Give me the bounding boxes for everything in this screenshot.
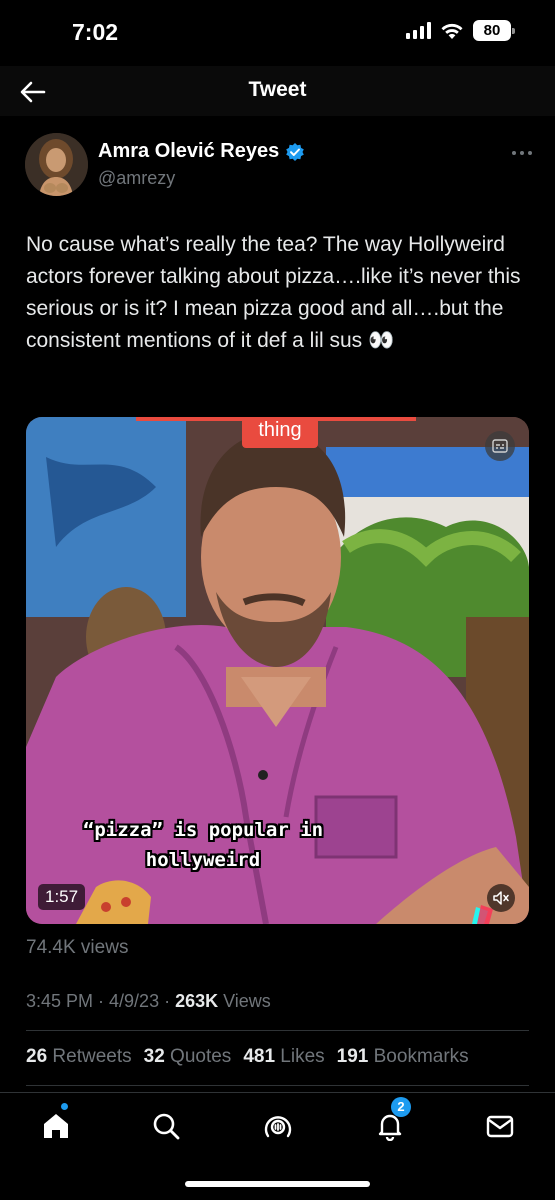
tweet-meta: 3:45 PM · 4/9/23 · 263K Views: [26, 991, 271, 1012]
tab-search[interactable]: [149, 1109, 183, 1143]
display-name[interactable]: Amra Olević Reyes: [98, 140, 279, 163]
caption-line-1: “pizza” is popular in: [82, 819, 324, 841]
speaker-muted-icon: [493, 891, 509, 905]
video-views: 74.4K views: [26, 937, 129, 958]
divider: [26, 1030, 529, 1031]
avatar[interactable]: [25, 133, 88, 196]
cellular-signal-icon: [406, 22, 431, 39]
mute-button[interactable]: [487, 884, 515, 912]
home-unread-dot: [61, 1103, 68, 1110]
status-icons: 80: [406, 20, 515, 41]
tab-spaces[interactable]: [261, 1109, 295, 1143]
video-duration-badge: 1:57: [38, 884, 86, 910]
author-handle[interactable]: @amrezy: [98, 168, 175, 189]
wifi-icon: [441, 23, 463, 39]
captions-button[interactable]: [485, 431, 515, 461]
tweet-timestamp: 3:45 PM · 4/9/23 ·: [26, 991, 176, 1011]
mail-icon: [486, 1115, 514, 1138]
tweet-stats: 26 Retweets 32 Quotes 481 Likes 191 Book…: [26, 1046, 469, 1068]
page-title: Tweet: [248, 78, 307, 101]
divider: [26, 1085, 529, 1086]
verified-badge-icon: [286, 142, 305, 161]
tab-messages[interactable]: [483, 1109, 517, 1143]
battery-icon: 80: [473, 20, 515, 41]
tab-notifications[interactable]: 2: [373, 1097, 411, 1143]
author-name-row: Amra Olević Reyes: [98, 140, 305, 163]
tweet-view-count: 263K: [175, 991, 219, 1011]
tweet-views-label: Views: [218, 991, 271, 1011]
tab-home[interactable]: [39, 1103, 73, 1143]
more-icon: [512, 151, 532, 155]
video-caption-bottom: “pizza” is popular in hollyweird: [38, 815, 368, 875]
retweets-stat[interactable]: 26 Retweets: [26, 1046, 132, 1068]
home-indicator: [185, 1181, 370, 1187]
video-caption-top: thing: [242, 417, 318, 448]
captions-icon: [492, 439, 508, 453]
more-options-button[interactable]: [511, 140, 533, 163]
tweet-text: No cause what’s really the tea? The way …: [26, 233, 521, 352]
status-time: 7:02: [72, 19, 119, 45]
spaces-icon: [264, 1116, 292, 1138]
status-bar: 7:02 80: [0, 0, 555, 66]
search-icon: [153, 1113, 180, 1140]
home-icon: [44, 1114, 68, 1138]
nav-header: Tweet: [0, 66, 555, 116]
caption-line-2: hollyweird: [145, 849, 261, 871]
tweet-video[interactable]: thing “pizza” is popular in hollyweird 1…: [26, 417, 529, 924]
likes-stat[interactable]: 481 Likes: [243, 1046, 324, 1068]
quotes-stat[interactable]: 32 Quotes: [144, 1046, 232, 1068]
bookmarks-stat[interactable]: 191 Bookmarks: [337, 1046, 469, 1068]
notifications-badge: 2: [391, 1097, 411, 1117]
